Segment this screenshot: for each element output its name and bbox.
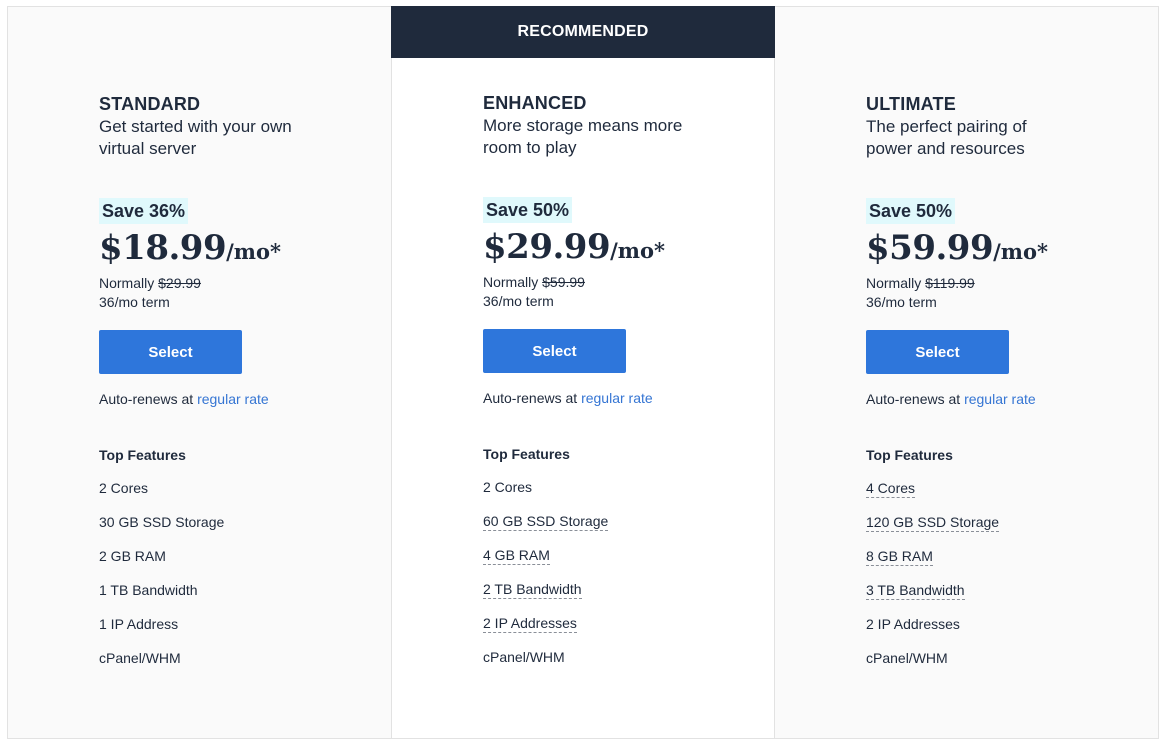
feature-item: cPanel/WHM [99, 649, 359, 667]
plan-card-ultimate: ULTIMATE The perfect pairing of power an… [775, 6, 1159, 739]
feature-text: 2 Cores [483, 479, 533, 495]
normally-label: Normally [866, 275, 922, 291]
feature-text: 1 TB Bandwidth [99, 582, 198, 598]
features-title: Top Features [483, 446, 570, 462]
feature-text[interactable]: 4 Cores [866, 480, 916, 498]
select-button[interactable]: Select [866, 330, 1009, 374]
feature-item[interactable]: 60 GB SSD Storage [483, 512, 743, 531]
feature-text[interactable]: 4 GB RAM [483, 547, 550, 565]
price-row: $18.99 /mo* [99, 228, 359, 268]
term-text: 36/mo term [99, 294, 170, 310]
renew-text: Auto-renews at [99, 391, 194, 407]
renew-text: Auto-renews at [866, 391, 961, 407]
price-period: /mo* [993, 239, 1049, 264]
feature-text[interactable]: 120 GB SSD Storage [866, 514, 1000, 532]
regular-rate-link[interactable]: regular rate [197, 391, 269, 407]
feature-item[interactable]: 8 GB RAM [866, 547, 1126, 566]
pricing-grid: STANDARD Get started with your own virtu… [7, 6, 1159, 739]
price-period: /mo* [610, 238, 666, 263]
feature-item: cPanel/WHM [866, 649, 1126, 667]
feature-text: cPanel/WHM [483, 649, 565, 665]
feature-list: 4 Cores 120 GB SSD Storage 8 GB RAM 3 TB Ba… [866, 479, 1126, 667]
select-button[interactable]: Select [483, 329, 626, 373]
plan-content: ENHANCED More storage means more room to… [483, 92, 743, 666]
save-badge: Save 36% [99, 198, 189, 224]
normal-price-line: Normally $59.99 [483, 273, 743, 292]
feature-item: 1 IP Address [99, 615, 359, 633]
feature-item: 30 GB SSD Storage [99, 513, 359, 531]
feature-item: cPanel/WHM [483, 648, 743, 666]
select-button[interactable]: Select [99, 330, 242, 374]
feature-text: 2 GB RAM [99, 548, 166, 564]
plan-content: STANDARD Get started with your own virtu… [99, 93, 359, 667]
plan-tagline: The perfect pairing of power and resourc… [866, 117, 1027, 158]
feature-item: 2 IP Addresses [866, 615, 1126, 633]
normal-price-line: Normally $29.99 [99, 274, 359, 293]
plan-price: $29.99 [483, 227, 611, 267]
term-text: 36/mo term [866, 294, 937, 310]
features-title: Top Features [99, 447, 186, 463]
feature-item[interactable]: 3 TB Bandwidth [866, 581, 1126, 600]
feature-text[interactable]: 60 GB SSD Storage [483, 513, 609, 531]
feature-text: 2 Cores [99, 480, 149, 496]
normal-price: $29.99 [158, 275, 201, 291]
renew-note: Auto-renews at regular rate [483, 390, 743, 406]
feature-item: 1 TB Bandwidth [99, 581, 359, 599]
normally-label: Normally [99, 275, 155, 291]
save-badge: Save 50% [483, 197, 573, 223]
feature-text: 1 IP Address [99, 616, 179, 632]
feature-item: 2 GB RAM [99, 547, 359, 565]
price-period: /mo* [226, 239, 282, 264]
normally-label: Normally [483, 274, 539, 290]
feature-item[interactable]: 4 Cores [866, 479, 1126, 498]
feature-text: cPanel/WHM [866, 650, 948, 666]
regular-rate-link[interactable]: regular rate [581, 390, 653, 406]
feature-text[interactable]: 2 TB Bandwidth [483, 581, 582, 599]
feature-item[interactable]: 2 TB Bandwidth [483, 580, 743, 599]
feature-text[interactable]: 2 IP Addresses [483, 615, 577, 633]
feature-item[interactable]: 2 IP Addresses [483, 614, 743, 633]
normal-price: $119.99 [925, 275, 975, 291]
features-title: Top Features [866, 447, 953, 463]
feature-list: 2 Cores 60 GB SSD Storage 4 GB RAM 2 TB Ban… [483, 478, 743, 666]
feature-item: 2 Cores [483, 478, 743, 496]
regular-rate-link[interactable]: regular rate [964, 391, 1036, 407]
plan-tagline: More storage means more room to play [483, 116, 683, 157]
feature-item: 2 Cores [99, 479, 359, 497]
plan-price: $59.99 [866, 228, 994, 268]
plan-name: ULTIMATE [866, 94, 956, 114]
feature-text: cPanel/WHM [99, 650, 181, 666]
renew-note: Auto-renews at regular rate [866, 391, 1126, 407]
plan-name: ENHANCED [483, 93, 587, 113]
plan-card-standard: STANDARD Get started with your own virtu… [7, 6, 391, 739]
normal-price: $59.99 [542, 274, 585, 290]
price-row: $29.99 /mo* [483, 227, 743, 267]
save-badge: Save 50% [866, 198, 956, 224]
feature-text[interactable]: 3 TB Bandwidth [866, 582, 965, 600]
normal-price-line: Normally $119.99 [866, 274, 1126, 293]
plan-content: ULTIMATE The perfect pairing of power an… [866, 93, 1126, 667]
plan-price: $18.99 [99, 228, 227, 268]
recommended-ribbon: RECOMMENDED [391, 6, 775, 58]
plan-tagline: Get started with your own virtual server [99, 117, 292, 158]
plan-name: STANDARD [99, 94, 201, 114]
renew-text: Auto-renews at [483, 390, 578, 406]
feature-text: 2 IP Addresses [866, 616, 960, 632]
feature-text[interactable]: 8 GB RAM [866, 548, 933, 566]
feature-item[interactable]: 4 GB RAM [483, 546, 743, 565]
feature-text: 30 GB SSD Storage [99, 514, 225, 530]
feature-item[interactable]: 120 GB SSD Storage [866, 513, 1126, 532]
renew-note: Auto-renews at regular rate [99, 391, 359, 407]
plan-card-enhanced: RECOMMENDED ENHANCED More storage means … [391, 6, 775, 739]
feature-list: 2 Cores 30 GB SSD Storage 2 GB RAM 1 TB Ban… [99, 479, 359, 667]
price-row: $59.99 /mo* [866, 228, 1126, 268]
term-text: 36/mo term [483, 293, 554, 309]
